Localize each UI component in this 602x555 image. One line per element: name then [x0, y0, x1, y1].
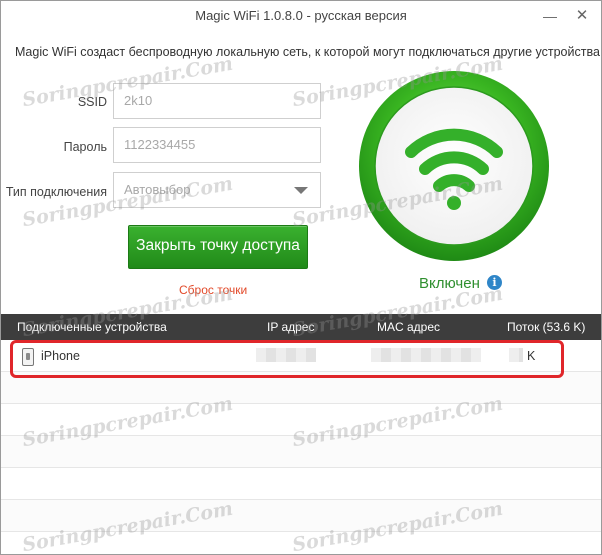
minimize-button[interactable]: —: [537, 5, 563, 27]
app-window: Magic WiFi 1.0.8.0 - русская версия — ✕ …: [0, 0, 602, 555]
ssid-label: SSID: [77, 95, 107, 109]
table-row: [1, 404, 601, 436]
column-header-mac: MAC адрес: [377, 320, 441, 334]
title-bar: Magic WiFi 1.0.8.0 - русская версия — ✕: [1, 1, 601, 31]
devices-table-header: Подключенные устройства IP адрес MAC адр…: [1, 314, 601, 340]
close-button[interactable]: ✕: [569, 5, 595, 27]
mac-address-redacted: [371, 348, 481, 362]
reset-access-point-link[interactable]: Сброс точки: [179, 283, 247, 297]
ip-address-redacted: [256, 348, 316, 362]
column-header-devices: Подключенные устройства: [17, 320, 167, 334]
window-title: Magic WiFi 1.0.8.0 - русская версия: [195, 8, 407, 23]
connection-type-label: Тип подключения: [5, 185, 107, 199]
info-icon[interactable]: i: [487, 275, 502, 290]
chevron-down-icon: [294, 187, 308, 194]
status-text: Включен: [419, 275, 480, 292]
connection-type-value: Автовыбор: [124, 182, 191, 197]
table-row[interactable]: iPhone K: [1, 340, 601, 372]
wifi-status-icon[interactable]: [357, 69, 551, 263]
device-name: iPhone: [41, 349, 80, 363]
column-header-traffic: Поток (53.6 K): [507, 320, 586, 334]
table-row: [1, 532, 601, 554]
close-access-point-button[interactable]: Закрыть точку доступа: [128, 225, 308, 269]
connection-type-select[interactable]: Автовыбор: [113, 172, 321, 208]
traffic-redacted: [509, 348, 523, 362]
column-header-ip: IP адрес: [267, 320, 315, 334]
description-text: Magic WiFi создаст беспроводную локальну…: [15, 45, 602, 59]
table-row: [1, 468, 601, 500]
phone-icon: [22, 348, 34, 366]
table-row: [1, 372, 601, 404]
table-row: [1, 500, 601, 532]
password-label: Пароль: [63, 140, 107, 154]
ssid-input[interactable]: 2k10: [113, 83, 321, 119]
table-row: [1, 436, 601, 468]
traffic-unit: K: [527, 349, 536, 363]
password-input[interactable]: 1122334455: [113, 127, 321, 163]
